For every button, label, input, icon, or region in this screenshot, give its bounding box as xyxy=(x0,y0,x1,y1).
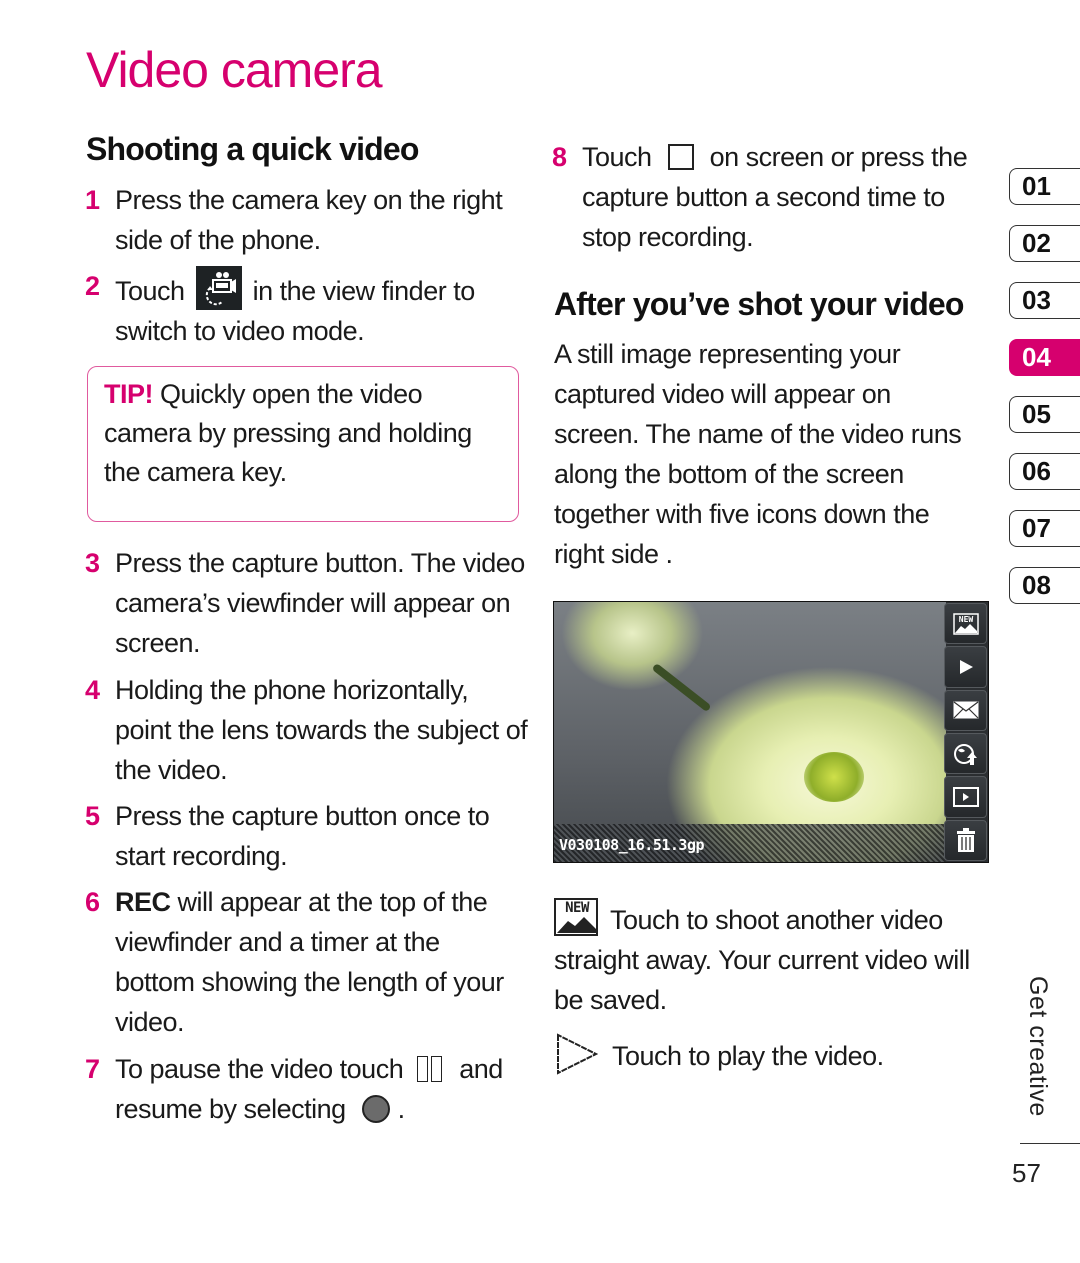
svg-text:NEW: NEW xyxy=(958,615,973,624)
delete-icon xyxy=(956,828,975,853)
step-number: 8 xyxy=(552,142,567,172)
chapter-tab-08[interactable]: 08 xyxy=(1009,567,1080,604)
new-shot-icon: NEW xyxy=(554,898,598,936)
video-preview-screenshot: V030108_16.51.3gp NEW xyxy=(553,601,989,863)
step-text: Press the capture button once to start r… xyxy=(115,801,490,871)
page-title: Video camera xyxy=(86,42,383,98)
stop-icon xyxy=(667,144,694,170)
chapter-tab-07[interactable]: 07 xyxy=(1009,510,1080,547)
page-number: 57 xyxy=(1012,1158,1041,1188)
step-text-end: . xyxy=(397,1094,406,1124)
footer-divider xyxy=(1020,1143,1080,1144)
upload-button[interactable] xyxy=(944,732,987,775)
new-shot-button[interactable]: NEW xyxy=(944,603,987,645)
play-button[interactable] xyxy=(944,646,987,688)
step-number: 3 xyxy=(85,548,100,578)
step-5: 5 Press the capture button once to start… xyxy=(85,796,525,876)
svg-text:NEW: NEW xyxy=(565,900,590,916)
chapter-tab-05[interactable]: 05 xyxy=(1009,396,1080,433)
step-number: 7 xyxy=(85,1054,100,1084)
flower-center xyxy=(804,752,864,802)
step-1: 1 Press the camera key on the right side… xyxy=(85,180,525,260)
play-icon xyxy=(959,659,973,674)
step-number: 6 xyxy=(85,887,100,917)
step-number: 4 xyxy=(85,675,100,705)
side-icon-bar: NEW xyxy=(944,602,987,862)
tip-label: TIP! xyxy=(104,379,154,409)
new-shot-icon: NEW xyxy=(952,612,979,635)
chapter-tab-04[interactable]: 04 xyxy=(1009,339,1080,376)
step-2: 2 Touch in the view finder to switch to … xyxy=(85,266,525,351)
flower-stem xyxy=(651,662,712,713)
rec-label: REC xyxy=(115,887,171,917)
section-label: Get creative xyxy=(1024,976,1052,1117)
tip-box: TIP! Quickly open the video camera by pr… xyxy=(87,366,519,522)
chapter-tab-02[interactable]: 02 xyxy=(1009,225,1080,262)
video-still-image xyxy=(554,602,946,862)
legend-text: Touch to play the video. xyxy=(612,1041,884,1071)
section-heading-shooting: Shooting a quick video xyxy=(86,131,419,167)
after-paragraph: A still image representing your captured… xyxy=(554,339,962,569)
step-3: 3 Press the capture button. The video ca… xyxy=(85,543,525,663)
step-text: Touch xyxy=(115,276,185,306)
step-4: 4 Holding the phone horizontally, point … xyxy=(85,670,530,790)
legend-play: Touch to play the video. xyxy=(554,1033,984,1076)
step-text: Touch xyxy=(582,142,652,172)
step-7: 7 To pause the video touch and resume by … xyxy=(85,1049,530,1129)
legend-text: Touch to shoot another video straight aw… xyxy=(554,905,970,1015)
chapter-tab-06[interactable]: 06 xyxy=(1009,453,1080,490)
video-file-name: V030108_16.51.3gp xyxy=(559,836,705,854)
video-gallery-button[interactable] xyxy=(944,776,987,818)
tip-text: Quickly open the video camera by pressin… xyxy=(104,379,472,487)
chapter-tab-03[interactable]: 03 xyxy=(1009,282,1080,319)
section-heading-after: After you’ve shot your video xyxy=(554,286,964,322)
send-message-button[interactable] xyxy=(944,689,987,731)
legend-new-shot: NEW Touch to shoot another video straigh… xyxy=(554,897,984,1020)
delete-button[interactable] xyxy=(944,819,987,861)
chapter-tab-01[interactable]: 01 xyxy=(1009,168,1080,205)
step-text: will appear at the top of the viewfinder… xyxy=(115,887,504,1037)
step-8: 8 Touch on screen or press the capture bu… xyxy=(552,137,982,257)
step-number: 5 xyxy=(85,801,100,831)
pause-icon xyxy=(417,1056,445,1082)
step-6: 6 REC will appear at the top of the view… xyxy=(85,882,515,1042)
step-text: Holding the phone horizontally, point th… xyxy=(115,675,528,785)
camera-video-switch-icon xyxy=(195,266,242,310)
play-outline-icon xyxy=(557,1033,599,1075)
step-number: 1 xyxy=(85,185,100,215)
step-number: 2 xyxy=(85,271,100,301)
send-message-icon xyxy=(953,701,978,719)
record-icon xyxy=(361,1095,390,1123)
upload-icon xyxy=(953,743,977,765)
step-text: Press the camera key on the right side o… xyxy=(115,185,503,255)
video-gallery-icon xyxy=(952,786,979,807)
step-text: Press the capture button. The video came… xyxy=(115,548,525,658)
step-text: To pause the video touch xyxy=(115,1054,404,1084)
